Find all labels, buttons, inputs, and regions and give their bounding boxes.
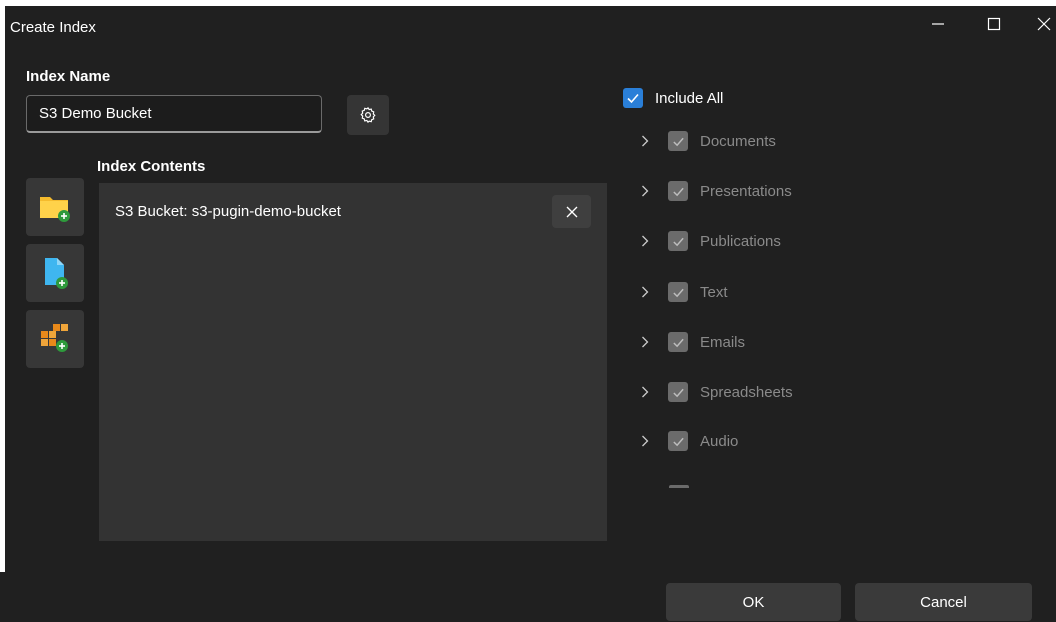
category-label: Emails xyxy=(700,333,746,351)
category-text: Text xyxy=(636,280,728,304)
expand-chevron[interactable] xyxy=(636,380,654,404)
maximize-icon xyxy=(987,17,1001,31)
category-checkbox[interactable] xyxy=(668,431,688,451)
category-checkbox[interactable] xyxy=(668,131,688,151)
chevron-right-icon xyxy=(642,336,649,348)
expand-chevron[interactable] xyxy=(636,179,654,203)
category-audio: Audio xyxy=(636,429,738,453)
index-name-label: Index Name xyxy=(26,68,111,85)
category-label: Spreadsheets xyxy=(700,383,793,401)
chevron-right-icon xyxy=(642,185,649,197)
create-index-dialog: Create Index Index Name Index Contents xyxy=(0,0,1056,622)
category-label: Documents xyxy=(700,132,776,150)
expand-chevron[interactable] xyxy=(636,129,654,153)
ok-button[interactable]: OK xyxy=(666,583,841,621)
expand-chevron[interactable] xyxy=(636,429,654,453)
index-settings-button[interactable] xyxy=(347,95,389,135)
checkmark-icon xyxy=(672,437,684,446)
category-clipped-row xyxy=(636,478,716,488)
category-checkbox[interactable] xyxy=(668,282,688,302)
window-title: Create Index xyxy=(10,19,96,36)
chevron-right-icon xyxy=(642,235,649,247)
close-icon xyxy=(1037,17,1051,31)
close-icon xyxy=(566,206,577,217)
checkmark-icon xyxy=(672,187,684,196)
add-file-icon xyxy=(45,258,68,289)
chevron-right-icon xyxy=(642,435,649,447)
category-checkbox[interactable] xyxy=(668,382,688,402)
minimize-button[interactable] xyxy=(918,6,958,42)
add-s3-bucket-button[interactable] xyxy=(26,310,84,368)
category-checkbox[interactable] xyxy=(668,332,688,352)
category-documents: Documents xyxy=(636,129,776,153)
chevron-right-icon xyxy=(642,135,649,147)
index-name-input[interactable] xyxy=(26,95,322,133)
category-presentations: Presentations xyxy=(636,179,792,203)
checkmark-icon xyxy=(672,288,684,297)
index-contents-label: Index Contents xyxy=(97,158,206,175)
category-spreadsheets: Spreadsheets xyxy=(636,380,793,404)
category-label: Audio xyxy=(700,432,739,450)
cancel-button[interactable]: Cancel xyxy=(855,583,1032,621)
left-edge xyxy=(0,0,5,622)
category-label: Text xyxy=(700,283,728,301)
close-button[interactable] xyxy=(1024,6,1056,42)
add-folder-icon xyxy=(40,197,70,222)
minimize-icon xyxy=(932,23,944,25)
category-label: Publications xyxy=(700,232,781,250)
chevron-right-icon xyxy=(642,386,649,398)
remove-item-button[interactable] xyxy=(552,195,591,228)
include-all-label: Include All xyxy=(655,89,724,107)
checkmark-icon xyxy=(627,93,639,104)
title-bar: Create Index xyxy=(0,0,1056,52)
include-all-checkbox[interactable]: Include All xyxy=(623,87,723,109)
chevron-right-icon xyxy=(642,286,649,298)
expand-chevron[interactable] xyxy=(636,330,654,354)
category-checkbox[interactable] xyxy=(668,231,688,251)
add-folder-button[interactable] xyxy=(26,178,84,236)
checkmark-icon xyxy=(672,137,684,146)
checkmark-icon xyxy=(672,338,684,347)
gear-icon xyxy=(360,107,376,123)
add-file-button[interactable] xyxy=(26,244,84,302)
checkbox-checked[interactable] xyxy=(623,88,643,108)
checkmark-icon xyxy=(672,237,684,246)
add-s3-bucket-icon xyxy=(41,324,68,352)
checkmark-icon xyxy=(672,388,684,397)
category-checkbox[interactable] xyxy=(668,181,688,201)
contents-item-label: S3 Bucket: s3-pugin-demo-bucket xyxy=(115,203,341,220)
maximize-button[interactable] xyxy=(974,6,1014,42)
category-emails: Emails xyxy=(636,330,745,354)
category-label: Presentations xyxy=(700,182,792,200)
clipped-row-fragment xyxy=(669,485,689,488)
category-publications: Publications xyxy=(636,229,781,253)
index-contents-panel: S3 Bucket: s3-pugin-demo-bucket xyxy=(99,183,607,541)
expand-chevron[interactable] xyxy=(636,280,654,304)
expand-chevron[interactable] xyxy=(636,229,654,253)
